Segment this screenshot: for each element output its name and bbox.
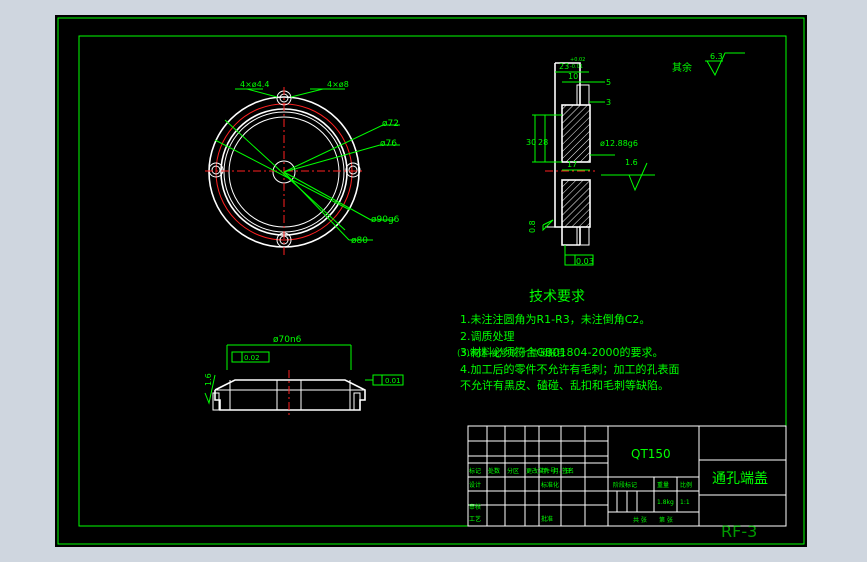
roughness-note: 其余 6.3 <box>672 52 745 77</box>
dim-d76: ø76 <box>380 139 397 149</box>
dim-d90: ø90g6 <box>371 215 400 225</box>
tb-count: 处数 <box>488 467 500 475</box>
dim-counterbore: 4×ø8 <box>327 80 349 89</box>
tb-standard: 标准化 <box>541 481 559 489</box>
tech-line-1: 1.未注注圆角为R1-R3，未注倒角C2。 <box>460 312 650 326</box>
plan-tolerance: 0.02 <box>244 354 260 362</box>
dim-d80: ø80 <box>351 236 368 246</box>
tb-mark: 标记 <box>469 467 481 475</box>
roughness-1-6-plan: 1.6 <box>204 373 213 386</box>
dim-30: 30 <box>526 138 536 147</box>
tb-sheet: 第 张 <box>659 516 673 524</box>
plan-view: ø70n6 0.02 1.6 0.01 <box>204 335 404 415</box>
engineering-drawing: 4×ø4.4 4×ø8 ø72 ø76 ø90g6 ø80 23 +0.02 -… <box>57 17 805 545</box>
tech-line-5: 不允许有黑皮、磕碰、乱扣和毛刺等缺陷。 <box>460 378 669 392</box>
drawing-number-label: RF-3 <box>721 522 757 541</box>
dim-23-tol-up: +0.02 <box>570 57 585 63</box>
dim-d12-88: ø12.88g6 <box>600 139 638 148</box>
tb-weight: 重量 <box>657 481 669 489</box>
plan-tolerance-2: 0.01 <box>385 377 401 385</box>
roughness-0-8: 0.8 <box>528 220 537 233</box>
tech-line-3b: 3.材料必须符合GB01804-2000的要求。 <box>460 345 664 359</box>
front-view: 4×ø4.4 4×ø8 ø72 ø76 ø90g6 ø80 <box>205 80 400 255</box>
dim-28: 28 <box>538 138 548 147</box>
dim-23: 23 <box>559 62 569 71</box>
cad-drawing-viewport[interactable]: 4×ø4.4 4×ø8 ø72 ø76 ø90g6 ø80 23 +0.02 -… <box>55 15 807 547</box>
tb-approve: 批准 <box>541 515 553 523</box>
dim-10: 10 <box>568 72 578 81</box>
sheet-border <box>57 17 805 545</box>
tech-line-4: 4.加工后的零件不允许有毛刺；加工的孔表面 <box>460 362 680 376</box>
dim-23-tol-dn: -0.01 <box>570 64 583 70</box>
tolerance-frame-value: 0.03 <box>576 257 594 266</box>
roughness-1-6-side: 1.6 <box>625 158 638 167</box>
dim-bolt-hole: 4×ø4.4 <box>240 80 269 89</box>
roughness-note-label: 其余 <box>672 61 692 74</box>
tb-scale: 比例 <box>680 481 692 489</box>
dim-3: 3 <box>606 98 611 107</box>
tb-scale-value: 1:1 <box>680 499 690 506</box>
bolt-hole-right <box>345 162 361 178</box>
material-label: QT150 <box>631 447 671 461</box>
tech-title: 技术要求 <box>529 289 585 305</box>
section-view: 23 +0.02 -0.01 10 5 3 30 28 17 ø12.88g6 … <box>526 57 655 266</box>
tech-line-2: 2.调质处理 <box>460 330 515 343</box>
tb-stage: 阶段标记 <box>613 481 637 489</box>
tb-design: 设计 <box>469 481 481 489</box>
tb-zone: 分区 <box>507 467 519 475</box>
roughness-note-value: 6.3 <box>710 52 723 61</box>
dim-d72: ø72 <box>382 119 399 129</box>
drawing-frame <box>78 35 787 527</box>
tb-date: 年、月、日 <box>541 467 571 475</box>
title-block: QT150 通孔端盖 RF-3 标记 处数 分区 更改文件号 签名 年、月、日 … <box>467 425 787 541</box>
tb-sheets: 共 张 <box>633 516 647 524</box>
dim-17: 17 <box>567 160 577 169</box>
part-name-label: 通孔端盖 <box>712 471 768 487</box>
tb-weight-value: 1.8kg <box>657 499 674 506</box>
dim-d70: ø70n6 <box>273 335 302 345</box>
tb-review: 审核 <box>469 503 481 511</box>
dim-5: 5 <box>606 78 611 87</box>
tech-requirements: 技术要求 1.未注注圆角为R1-R3，未注倒角C2。 2.调质处理 (3)铸造 … <box>457 289 680 392</box>
tb-process: 工艺 <box>469 515 481 523</box>
